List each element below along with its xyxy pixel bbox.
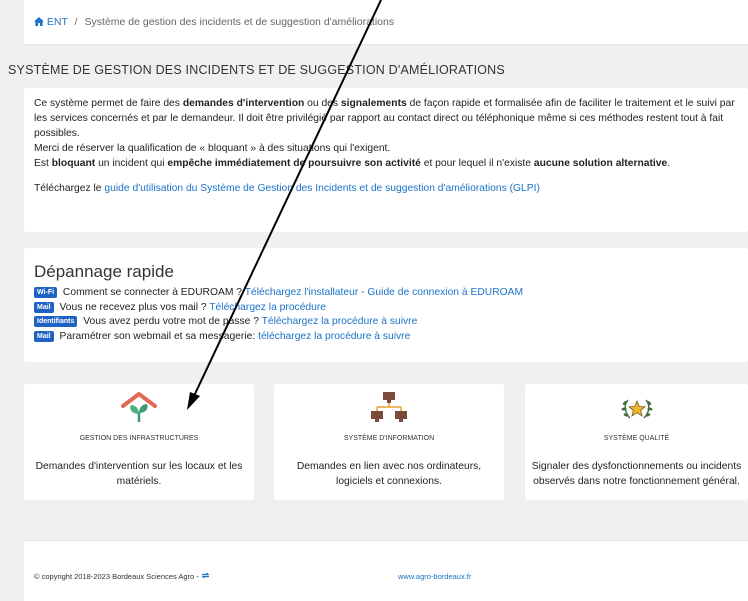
- intro-bold-demandes: demandes d'intervention: [182, 98, 305, 109]
- tile-title: SYSTÈME QUALITÉ: [603, 435, 670, 442]
- intro-text-part: Ce système permet de faire des: [34, 98, 183, 109]
- intro-text-part: Est: [34, 158, 52, 169]
- mail-badge: Mail: [34, 301, 54, 313]
- network-computers-icon: [274, 390, 504, 424]
- intro-text-part: .: [667, 158, 671, 169]
- tile-title: GESTION DES INFRASTRUCTURES: [79, 435, 199, 442]
- tile-infrastructures[interactable]: GESTION DES INFRASTRUCTURES Demandes d'i…: [24, 384, 254, 500]
- intro-card: Ce système permet de faire des demandes …: [24, 88, 748, 232]
- intro-bloquant-note: Merci de réserver la qualification de « …: [34, 143, 391, 154]
- breadcrumb-home[interactable]: ENT: [34, 16, 71, 28]
- glpi-guide-link[interactable]: guide d'utilisation du Système de Gestio…: [104, 183, 540, 194]
- breadcrumb-current: Système de gestion des incidents et de s…: [84, 16, 395, 28]
- list-item-text: Vous ne recevez plus vos mail ?: [56, 301, 210, 313]
- quick-help-title: Dépannage rapide: [34, 262, 174, 281]
- top-bar: ENT / Système de gestion des incidents e…: [24, 0, 748, 45]
- breadcrumb-home-label[interactable]: ENT: [47, 16, 68, 28]
- webmail-procedure-link[interactable]: téléchargez la procédure à suivre: [258, 331, 410, 342]
- mail-procedure-link[interactable]: Téléchargez la procédure: [209, 302, 326, 313]
- page-title: SYSTÈME DE GESTION DES INCIDENTS ET DE S…: [8, 63, 505, 77]
- intro-download-prefix: Téléchargez le: [34, 183, 105, 194]
- intro-bold-aucune-solution: aucune solution alternative: [533, 158, 668, 169]
- intro-bloquant-definition: Est bloquant un incident qui empêche imm…: [34, 156, 740, 171]
- tile-systeme-qualite[interactable]: SYSTÈME QUALITÉ Signaler des dysfonction…: [525, 384, 748, 500]
- home-icon: [34, 17, 44, 26]
- list-item: Wi-Fi Comment se connecter à EDUROAM ? T…: [34, 286, 523, 301]
- footer-website-link[interactable]: www.agro-bordeaux.fr: [398, 572, 471, 581]
- tile-title: SYSTÈME D'INFORMATION: [343, 435, 435, 442]
- quick-help-list: Wi-Fi Comment se connecter à EDUROAM ? T…: [34, 286, 523, 344]
- breadcrumb: ENT / Système de gestion des incidents e…: [34, 16, 394, 28]
- quick-help-card: Dépannage rapide Wi-Fi Comment se connec…: [24, 248, 748, 362]
- copyright-text: © copyright 2018-2023 Bordeaux Sciences …: [34, 572, 199, 581]
- laurel-star-icon: [525, 390, 748, 424]
- intro-download: Téléchargez le guide d'utilisation du Sy…: [34, 181, 740, 196]
- intro-bold-bloquant: bloquant: [51, 158, 96, 169]
- intro-text-part: et pour lequel il n'existe: [420, 158, 534, 169]
- intro-bold-empeche: empêche immédiatement de poursuivre son …: [167, 158, 421, 169]
- intro-paragraph: Ce système permet de faire des demandes …: [34, 96, 740, 141]
- copyright: © copyright 2018-2023 Bordeaux Sciences …: [34, 572, 210, 581]
- list-item-text: Paramétrer son webmail et sa messagerie:: [56, 330, 259, 342]
- list-item-text: Vous avez perdu votre mot de passe ?: [80, 316, 262, 327]
- intro-bold-signalements: signalements: [340, 98, 407, 109]
- mail-badge: Mail: [34, 330, 54, 342]
- footer: © copyright 2018-2023 Bordeaux Sciences …: [24, 540, 748, 601]
- intro-text-part: ou des: [304, 98, 341, 109]
- list-item-text: Comment se connecter à EDUROAM ?: [60, 287, 245, 298]
- list-item: Mail Vous ne recevez plus vos mail ? Tél…: [34, 301, 523, 316]
- list-item: Mail Paramétrer son webmail et sa messag…: [34, 330, 523, 345]
- eduroam-link[interactable]: Téléchargez l'installateur - Guide de co…: [245, 287, 523, 298]
- list-item: Identifiants Vous avez perdu votre mot d…: [34, 315, 523, 330]
- intro-text-part: un incident qui: [95, 158, 168, 169]
- house-plant-icon: [24, 390, 254, 424]
- intro-text: Ce système permet de faire des demandes …: [34, 96, 740, 196]
- wifi-badge: Wi-Fi: [34, 287, 58, 298]
- tile-description: Demandes en lien avec nos ordinateurs, l…: [296, 461, 482, 487]
- tile-systeme-information[interactable]: SYSTÈME D'INFORMATION Demandes en lien a…: [274, 384, 504, 500]
- breadcrumb-separator: /: [74, 16, 78, 28]
- tile-description: Demandes d'intervention sur les locaux e…: [35, 461, 243, 487]
- refresh-icon[interactable]: [201, 572, 210, 579]
- tile-description: Signaler des dysfonctionnements ou incid…: [531, 461, 742, 487]
- identifiants-badge: Identifiants: [34, 316, 78, 327]
- password-procedure-link[interactable]: Téléchargez la procédure à suivre: [262, 316, 418, 327]
